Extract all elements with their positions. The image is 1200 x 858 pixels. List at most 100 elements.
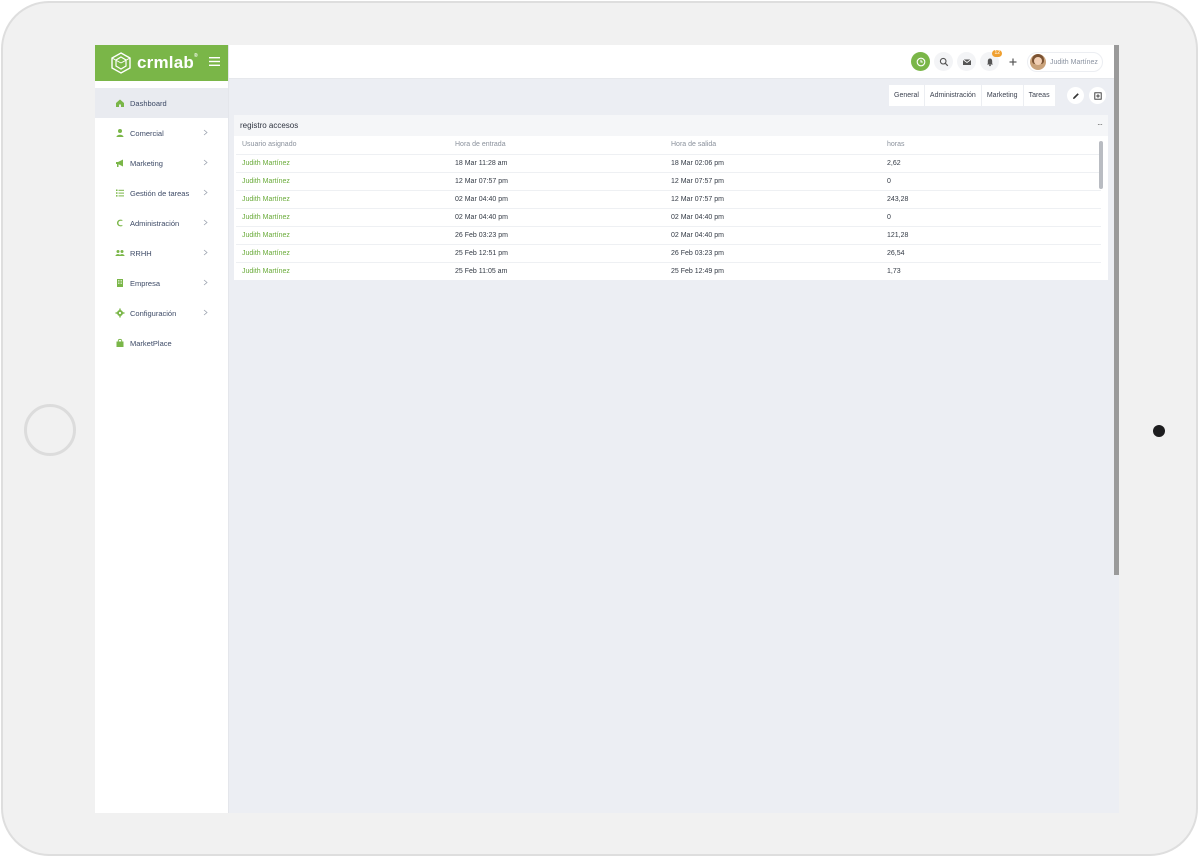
table-row[interactable]: Judith Martínez 25 Feb 11:05 am 25 Feb 12:… — [236, 261, 1101, 280]
list-icon — [116, 189, 124, 197]
notifications-badge: 12 — [992, 50, 1002, 57]
clock-icon — [916, 57, 925, 66]
home-icon — [116, 99, 124, 107]
sidebar-item-dashboard[interactable]: Dashboard — [95, 88, 228, 118]
entry-time-cell: 02 Mar 04:40 pm — [449, 207, 665, 226]
widget-header: registro accesos ··· — [234, 115, 1108, 136]
column-header[interactable]: horas — [881, 136, 1101, 154]
sidebar-item-empresa[interactable]: Empresa — [95, 268, 228, 298]
search-button[interactable] — [934, 52, 953, 71]
table-row[interactable]: Judith Martínez 26 Feb 03:23 pm 02 Mar 04:… — [236, 225, 1101, 244]
pencil-icon — [1072, 92, 1079, 99]
assigned-user-link[interactable]: Judith Martínez — [236, 243, 449, 262]
tab-administraci-n[interactable]: Administración — [924, 85, 982, 106]
entry-time-cell: 26 Feb 03:23 pm — [449, 225, 665, 244]
crmlab-logo-icon[interactable] — [109, 51, 133, 75]
exit-time-cell: 26 Feb 03:23 pm — [665, 243, 881, 262]
sidebar-item-label: Gestión de tareas — [130, 188, 190, 198]
assigned-user-link[interactable]: Judith Martínez — [236, 207, 449, 226]
entry-time-cell: 12 Mar 07:57 pm — [449, 171, 665, 190]
page-scrollbar[interactable] — [1114, 45, 1119, 575]
tab-tareas[interactable]: Tareas — [1023, 85, 1056, 106]
app-screen: crmlab® Dashboard Comercial Marketing Gesti… — [95, 45, 1119, 813]
table-row[interactable]: Judith Martínez 18 Mar 11:28 am 18 Mar 02:… — [236, 153, 1101, 172]
building-icon — [117, 279, 123, 287]
table-row[interactable]: Judith Martínez 02 Mar 04:40 pm 02 Mar 04:… — [236, 207, 1101, 226]
access-log-table: Usuario asignado Hora de entrada Hora de s… — [236, 136, 1101, 280]
hours-cell: 243,28 — [881, 189, 1101, 208]
bell-icon — [986, 58, 993, 66]
sidebar-nav: Dashboard Comercial Marketing Gestión de ta… — [95, 88, 228, 358]
hours-cell: 0 — [881, 171, 1101, 190]
chevron-right-icon — [203, 249, 208, 256]
sidebar-item-comercial[interactable]: Comercial — [95, 118, 228, 148]
hours-cell: 26,54 — [881, 243, 1101, 262]
sidebar-item-label: Empresa — [130, 278, 161, 288]
exit-time-cell: 25 Feb 12:49 pm — [665, 261, 881, 280]
topbar: 12 Judith Martínez — [229, 45, 1119, 79]
edit-button[interactable] — [1067, 87, 1084, 104]
sidebar-item-marketing[interactable]: Marketing — [95, 148, 228, 178]
table-row[interactable]: Judith Martínez 25 Feb 12:51 pm 26 Feb 03:… — [236, 243, 1101, 262]
mail-button[interactable] — [957, 52, 976, 71]
sidebar-item-label: MarketPlace — [130, 338, 172, 348]
widget-menu-icon[interactable]: ··· — [1097, 120, 1103, 129]
user-menu[interactable]: Judith Martínez — [1027, 52, 1103, 72]
hours-cell: 121,28 — [881, 225, 1101, 244]
chevron-right-icon — [203, 219, 208, 226]
table-row[interactable]: Judith Martínez 02 Mar 04:40 pm 12 Mar 07:… — [236, 189, 1101, 208]
assigned-user-link[interactable]: Judith Martínez — [236, 225, 449, 244]
sidebar-item-configuraci-n[interactable]: Configuración — [95, 298, 228, 328]
table-header-row: Usuario asignado Hora de entrada Hora de s… — [236, 136, 1101, 154]
gear-icon — [115, 308, 125, 318]
add-button[interactable] — [1003, 52, 1022, 71]
users-icon — [115, 250, 125, 256]
exit-time-cell: 02 Mar 04:40 pm — [665, 225, 881, 244]
exit-time-cell: 02 Mar 04:40 pm — [665, 207, 881, 226]
notifications-button[interactable]: 12 — [980, 50, 1002, 71]
avatar — [1030, 54, 1046, 70]
sidebar-item-label: RRHH — [130, 248, 152, 258]
home-button[interactable] — [24, 404, 76, 456]
user-icon — [116, 129, 124, 137]
camera-dot — [1153, 425, 1165, 437]
tab-marketing[interactable]: Marketing — [981, 85, 1024, 106]
sidebar-item-label: Comercial — [130, 128, 164, 138]
brand-header: crmlab® — [95, 45, 228, 81]
hours-cell: 2,62 — [881, 153, 1101, 172]
euro-icon — [117, 219, 123, 227]
sidebar-item-label: Configuración — [130, 308, 177, 318]
assigned-user-link[interactable]: Judith Martínez — [236, 153, 449, 172]
column-header[interactable]: Hora de salida — [665, 136, 881, 154]
assigned-user-link[interactable]: Judith Martínez — [236, 171, 449, 190]
sidebar-item-marketplace[interactable]: MarketPlace — [95, 328, 228, 358]
chevron-right-icon — [203, 159, 208, 166]
hamburger-icon[interactable] — [209, 56, 220, 67]
hours-cell: 1,73 — [881, 261, 1101, 280]
dashboard-tabs: General Administración Marketing Tareas — [889, 85, 1056, 106]
sidebar-item-label: Marketing — [130, 158, 163, 168]
add-widget-button[interactable] — [1089, 87, 1106, 104]
exit-time-cell: 12 Mar 07:57 pm — [665, 171, 881, 190]
exit-time-cell: 12 Mar 07:57 pm — [665, 189, 881, 208]
sidebar-item-administraci-n[interactable]: Administración — [95, 208, 228, 238]
add-box-icon — [1093, 91, 1102, 100]
chevron-right-icon — [203, 309, 208, 316]
brand-name: crmlab® — [137, 53, 198, 72]
table-row[interactable]: Judith Martínez 12 Mar 07:57 pm 12 Mar 07:… — [236, 171, 1101, 190]
table-scrollbar[interactable] — [1099, 141, 1103, 189]
column-header[interactable]: Hora de entrada — [449, 136, 665, 154]
tab-general[interactable]: General — [889, 85, 925, 106]
sidebar-item-label: Dashboard — [130, 98, 167, 108]
assigned-user-link[interactable]: Judith Martínez — [236, 261, 449, 280]
sidebar-item-gesti-n-de-tareas[interactable]: Gestión de tareas — [95, 178, 228, 208]
mail-icon — [962, 58, 971, 65]
bag-icon — [116, 338, 124, 347]
sidebar-item-rrhh[interactable]: RRHH — [95, 238, 228, 268]
clock-button[interactable] — [911, 52, 930, 71]
entry-time-cell: 25 Feb 12:51 pm — [449, 243, 665, 262]
plus-icon — [1009, 58, 1016, 65]
widget-title: registro accesos — [240, 121, 299, 130]
column-header[interactable]: Usuario asignado — [236, 136, 449, 154]
assigned-user-link[interactable]: Judith Martínez — [236, 189, 449, 208]
